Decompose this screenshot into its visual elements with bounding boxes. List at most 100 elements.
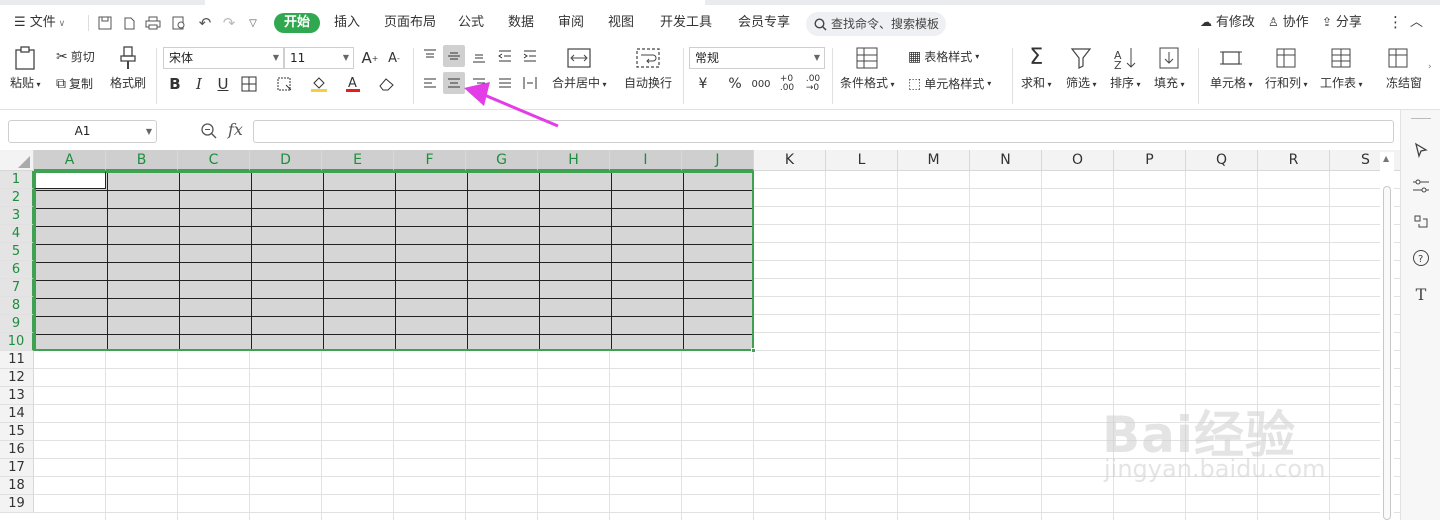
bold-icon[interactable]: B — [164, 73, 186, 95]
column-header-j[interactable]: J — [682, 150, 754, 171]
row-header-16[interactable]: 16 — [0, 441, 34, 459]
print-icon[interactable] — [144, 14, 162, 32]
percent-icon[interactable]: % — [724, 73, 746, 95]
cell-style-button[interactable]: ⬚ 单元格样式 ▾ — [908, 75, 991, 92]
sort-button[interactable]: AZ 排序 ▾ — [1110, 46, 1141, 91]
row-header-5[interactable]: 5 — [0, 243, 34, 261]
fill-handle[interactable] — [751, 348, 756, 353]
collapse-ribbon-icon[interactable]: ︿ — [1410, 5, 1423, 40]
tab-page-layout[interactable]: 页面布局 — [384, 5, 436, 40]
column-header-q[interactable]: Q — [1186, 150, 1258, 171]
row-header-13[interactable]: 13 — [0, 387, 34, 405]
row-header-14[interactable]: 14 — [0, 405, 34, 423]
vertical-scrollbar[interactable]: ▲ — [1380, 152, 1394, 520]
scrollbar-thumb[interactable] — [1383, 186, 1391, 520]
decrease-indent-icon[interactable] — [494, 45, 516, 67]
column-header-p[interactable]: P — [1114, 150, 1186, 171]
number-format-select[interactable]: 常规 ▼ — [689, 47, 825, 69]
column-header-f[interactable]: F — [394, 150, 466, 171]
font-size-select[interactable]: 11 ▼ — [284, 47, 354, 69]
clear-format-icon[interactable] — [376, 73, 398, 95]
print-preview-icon[interactable] — [170, 14, 188, 32]
row-col-button[interactable]: 行和列 ▾ — [1265, 46, 1308, 91]
row-header-1[interactable]: 1 — [0, 171, 34, 189]
row-header-3[interactable]: 3 — [0, 207, 34, 225]
select-pointer-icon[interactable] — [1411, 140, 1431, 160]
column-header-b[interactable]: B — [106, 150, 178, 171]
cell-shade-icon[interactable] — [274, 73, 296, 95]
row-header-9[interactable]: 9 — [0, 315, 34, 333]
conditional-format-button[interactable]: 条件格式 ▾ — [840, 46, 895, 91]
thousands-icon[interactable]: 000 — [750, 73, 772, 95]
copy-button[interactable]: ⧉ 复制 — [56, 75, 93, 92]
tab-formulas[interactable]: 公式 — [458, 5, 484, 40]
ribbon-scroll-right-icon[interactable]: › — [1428, 62, 1432, 72]
formula-input[interactable] — [253, 120, 1394, 143]
row-header-19[interactable]: 19 — [0, 495, 34, 513]
column-header-h[interactable]: H — [538, 150, 610, 171]
column-header-n[interactable]: N — [970, 150, 1042, 171]
property-sliders-icon[interactable] — [1411, 176, 1431, 196]
row-header-6[interactable]: 6 — [0, 261, 34, 279]
text-tool-icon[interactable]: T — [1411, 284, 1431, 304]
scroll-up-icon[interactable]: ▲ — [1383, 154, 1389, 163]
freeze-panes-button[interactable]: 冻结窗 — [1386, 46, 1422, 91]
row-header-2[interactable]: 2 — [0, 189, 34, 207]
decrease-font-icon[interactable]: A- — [383, 47, 405, 69]
row-header-4[interactable]: 4 — [0, 225, 34, 243]
file-menu[interactable]: ☰ 文件 ∨ — [14, 5, 65, 40]
sum-button[interactable]: Σ 求和 ▾ — [1021, 46, 1052, 91]
redo-icon[interactable]: ↷ — [220, 14, 238, 32]
increase-decimal-icon[interactable]: +0.00 — [776, 73, 798, 95]
row-header-17[interactable]: 17 — [0, 459, 34, 477]
column-header-g[interactable]: G — [466, 150, 538, 171]
transform-icon[interactable] — [1411, 212, 1431, 232]
paste-button[interactable]: 粘贴 ▾ — [10, 46, 41, 91]
format-painter-button[interactable]: 格式刷 — [110, 46, 146, 91]
modified-button[interactable]: ☁ 有修改 — [1200, 5, 1255, 40]
tab-home[interactable]: 开始 — [274, 13, 321, 33]
undo-icon[interactable]: ↶ — [196, 14, 214, 32]
tab-data[interactable]: 数据 — [508, 5, 534, 40]
select-all-corner[interactable] — [0, 150, 34, 171]
column-header-r[interactable]: R — [1258, 150, 1330, 171]
save-icon[interactable] — [96, 14, 114, 32]
command-search[interactable]: 查找命令、搜索模板 — [806, 12, 946, 36]
fill-button[interactable]: 填充 ▾ — [1154, 46, 1185, 91]
underline-icon[interactable]: U — [212, 73, 234, 95]
font-name-select[interactable]: 宋体 ▼ — [163, 47, 284, 69]
zoom-formula-icon[interactable] — [200, 122, 218, 144]
column-header-m[interactable]: M — [898, 150, 970, 171]
align-middle-icon[interactable] — [443, 45, 465, 67]
row-header-7[interactable]: 7 — [0, 279, 34, 297]
increase-font-icon[interactable]: A + — [359, 47, 381, 69]
active-cell[interactable] — [34, 171, 106, 189]
export-pdf-icon[interactable] — [120, 14, 138, 32]
font-color-icon[interactable]: A — [342, 73, 364, 95]
cut-button[interactable]: ✂ 剪切 — [56, 48, 95, 65]
cell-button[interactable]: 单元格 ▾ — [1210, 46, 1253, 91]
currency-icon[interactable]: ¥ — [692, 73, 714, 95]
tab-member[interactable]: 会员专享 — [738, 5, 790, 40]
tab-review[interactable]: 审阅 — [558, 5, 584, 40]
column-header-l[interactable]: L — [826, 150, 898, 171]
insert-function-button[interactable]: fx — [228, 120, 243, 139]
italic-icon[interactable]: I — [188, 73, 210, 95]
filter-button[interactable]: 筛选 ▾ — [1066, 46, 1097, 91]
fill-color-icon[interactable] — [308, 73, 330, 95]
row-header-15[interactable]: 15 — [0, 423, 34, 441]
name-box[interactable]: A1 ▼ — [8, 120, 157, 143]
worksheet-button[interactable]: 工作表 ▾ — [1320, 46, 1363, 91]
tab-view[interactable]: 视图 — [608, 5, 634, 40]
tab-developer[interactable]: 开发工具 — [660, 5, 712, 40]
align-bottom-icon[interactable] — [468, 45, 490, 67]
column-header-c[interactable]: C — [178, 150, 250, 171]
table-style-button[interactable]: ▦ 表格样式 ▾ — [908, 48, 979, 65]
help-icon[interactable]: ? — [1411, 248, 1431, 268]
row-header-8[interactable]: 8 — [0, 297, 34, 315]
collaborate-button[interactable]: ♙ 协作 — [1268, 5, 1309, 40]
row-header-11[interactable]: 11 — [0, 351, 34, 369]
share-button[interactable]: ⇪ 分享 — [1322, 5, 1362, 40]
more-icon[interactable]: ⋮ — [1388, 5, 1403, 40]
column-header-o[interactable]: O — [1042, 150, 1114, 171]
